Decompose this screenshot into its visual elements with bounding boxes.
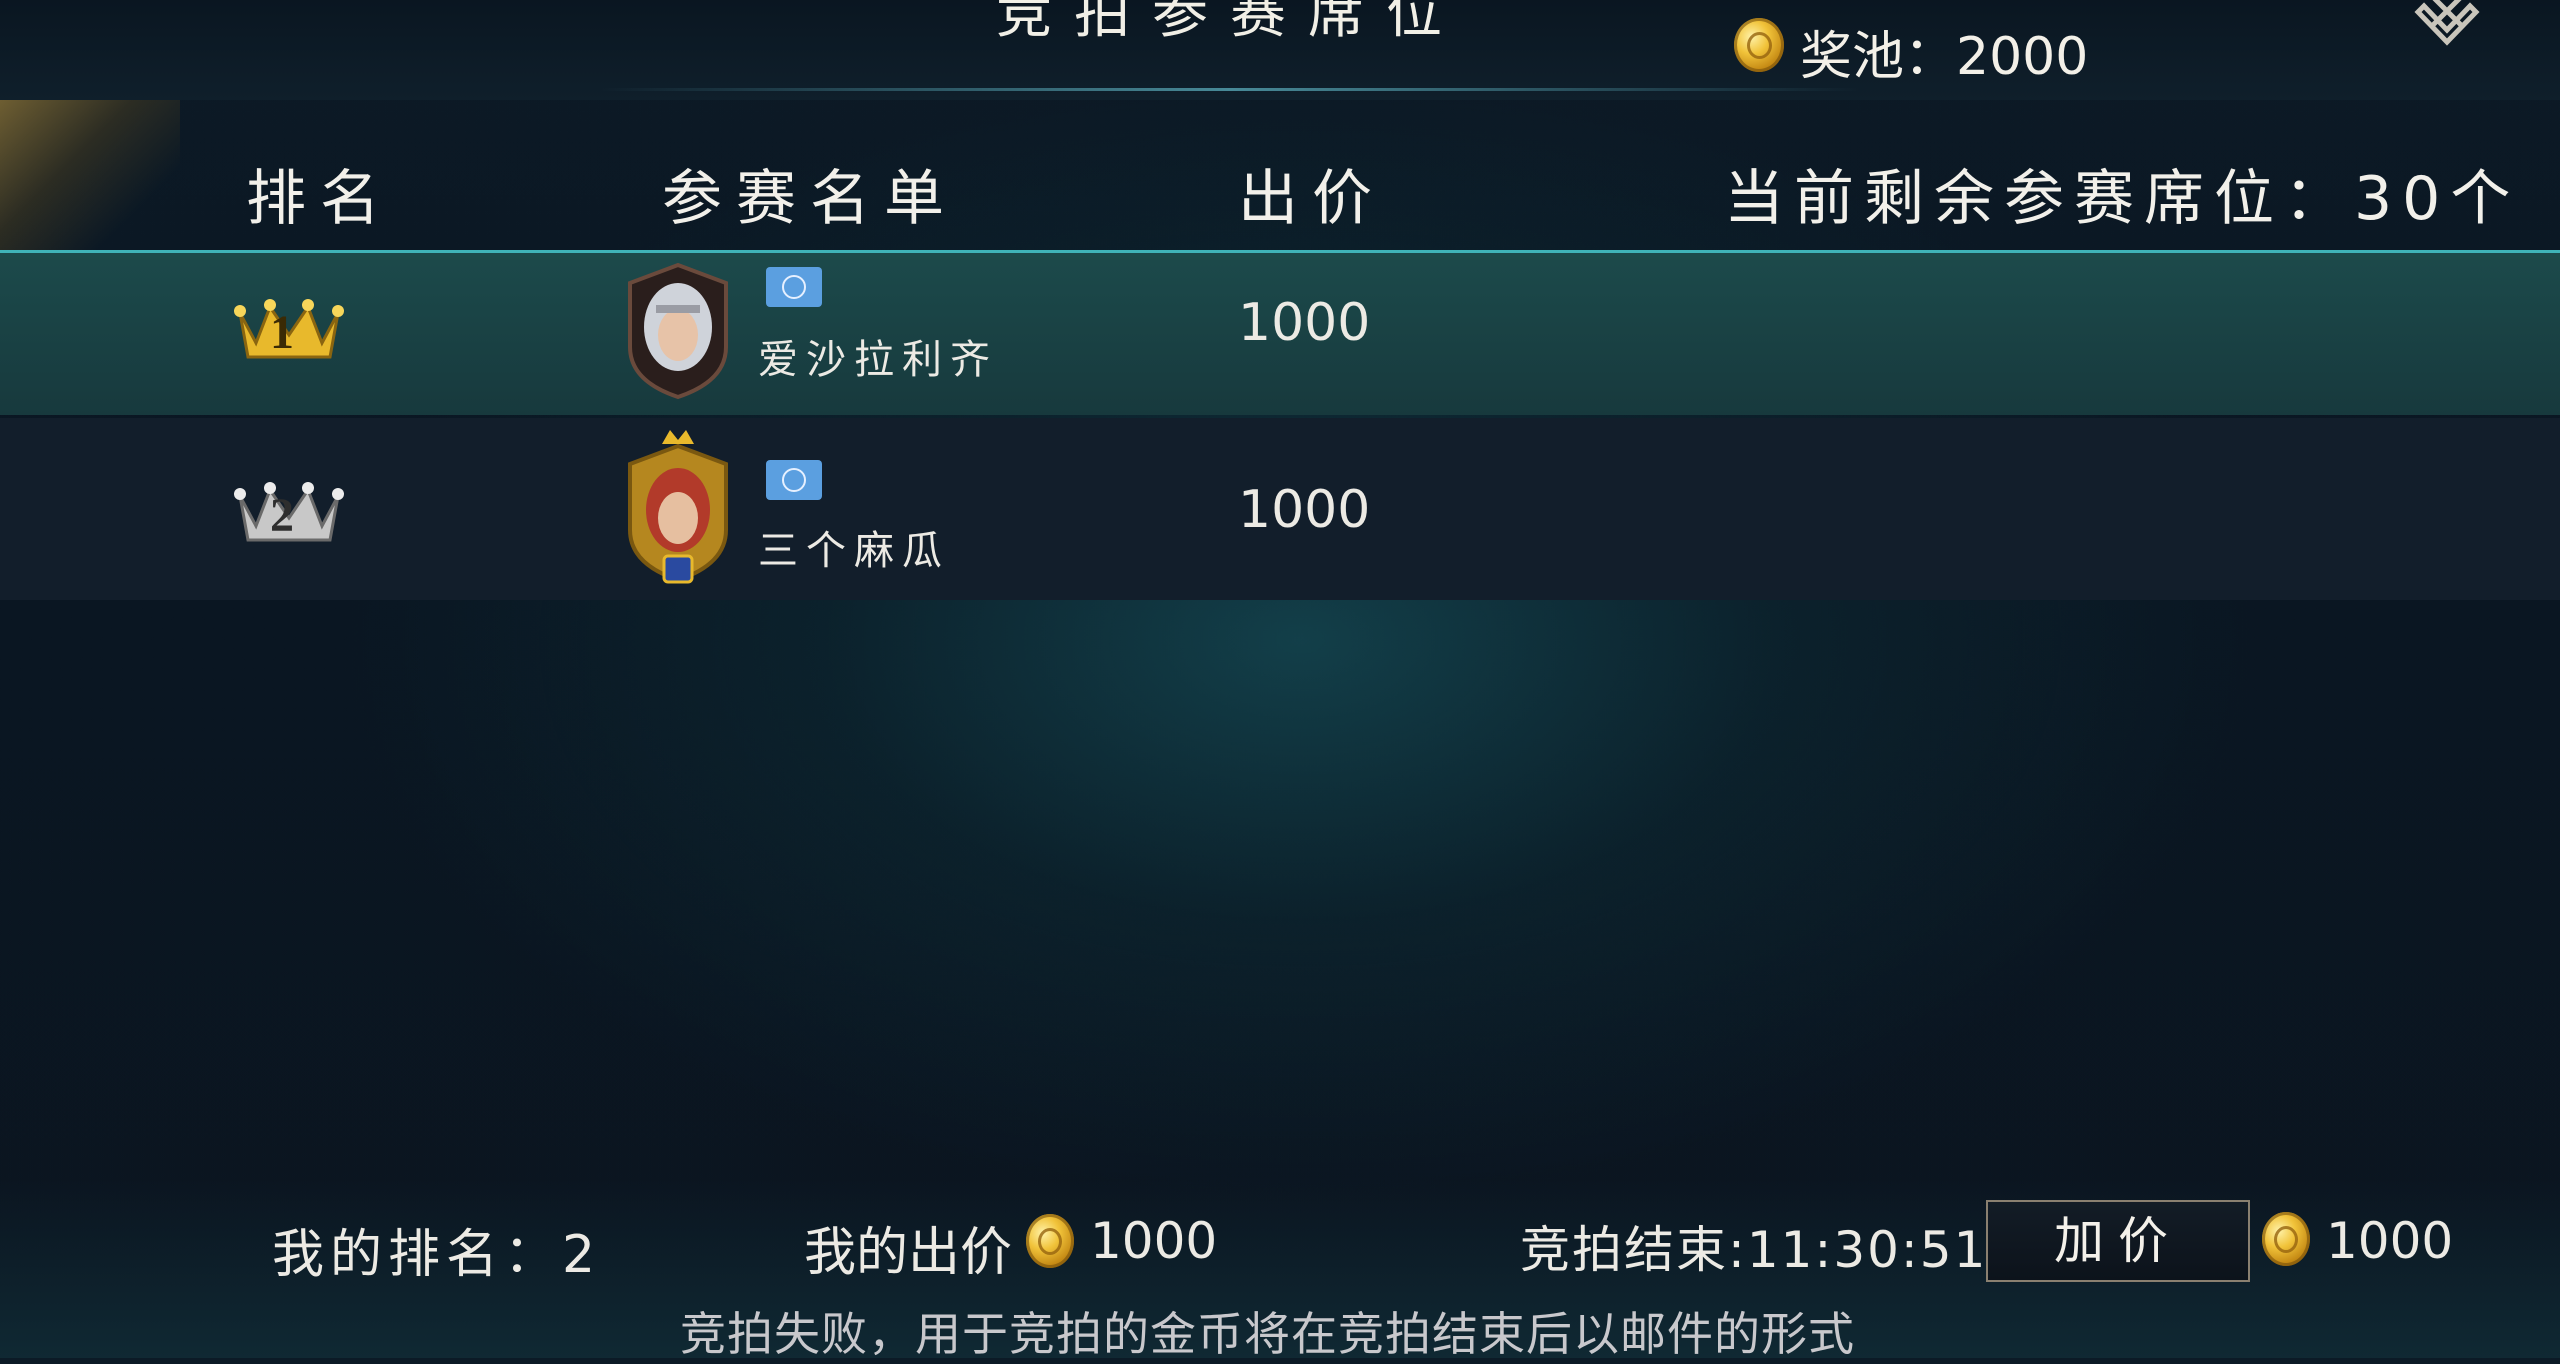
raise-bid-button[interactable]: 加价 [1986, 1200, 2250, 1282]
prize-pool: 奖池：2000 [1800, 27, 2089, 87]
rank-number: 1 [270, 306, 294, 359]
un-flag-icon [766, 460, 822, 500]
avatar[interactable] [622, 261, 734, 401]
seats-remaining: 当前剩余参赛席位：30个 [1724, 164, 2521, 234]
table-row[interactable]: 1 爱沙拉利齐 1000 [0, 253, 2560, 415]
player-name: 爱沙拉利齐 [758, 337, 998, 383]
my-bid-value: 1000 [1090, 1212, 1218, 1270]
page-title: 竞拍参赛席位 [996, 0, 1464, 46]
title-divider [600, 88, 1860, 91]
notice-text: 竞拍失败，用于竞拍的金币将在竞拍结束后以邮件的形式 [680, 1307, 1855, 1361]
raise-amount: 1000 [2326, 1212, 2454, 1270]
bid-value: 1000 [1238, 480, 1371, 540]
table-row[interactable]: 2 三个麻瓜 1000 [0, 418, 2560, 600]
auction-end-timer: 竞拍结束:11:30:51 [1520, 1221, 1988, 1279]
my-rank: 我的排名：2 [272, 1225, 602, 1285]
crown-gold-icon: 1 [234, 291, 344, 361]
avatar[interactable] [622, 430, 734, 590]
coin-icon [1734, 18, 1784, 72]
crown-silver-icon: 2 [234, 474, 344, 544]
column-header-rank: 排名 [246, 164, 394, 234]
player-name: 三个麻瓜 [758, 528, 950, 574]
corner-ornament [0, 100, 180, 250]
rank-number: 2 [270, 489, 294, 542]
column-header-bid: 出价 [1238, 164, 1386, 234]
coin-icon [1026, 1214, 1074, 1268]
my-bid-label: 我的出价 [804, 1223, 1013, 1283]
un-flag-icon [766, 267, 822, 307]
close-button[interactable] [2412, 0, 2482, 62]
bid-value: 1000 [1238, 293, 1371, 353]
close-icon [2414, 0, 2480, 46]
column-header-roster: 参赛名单 [662, 164, 958, 234]
coin-icon [2262, 1212, 2310, 1266]
